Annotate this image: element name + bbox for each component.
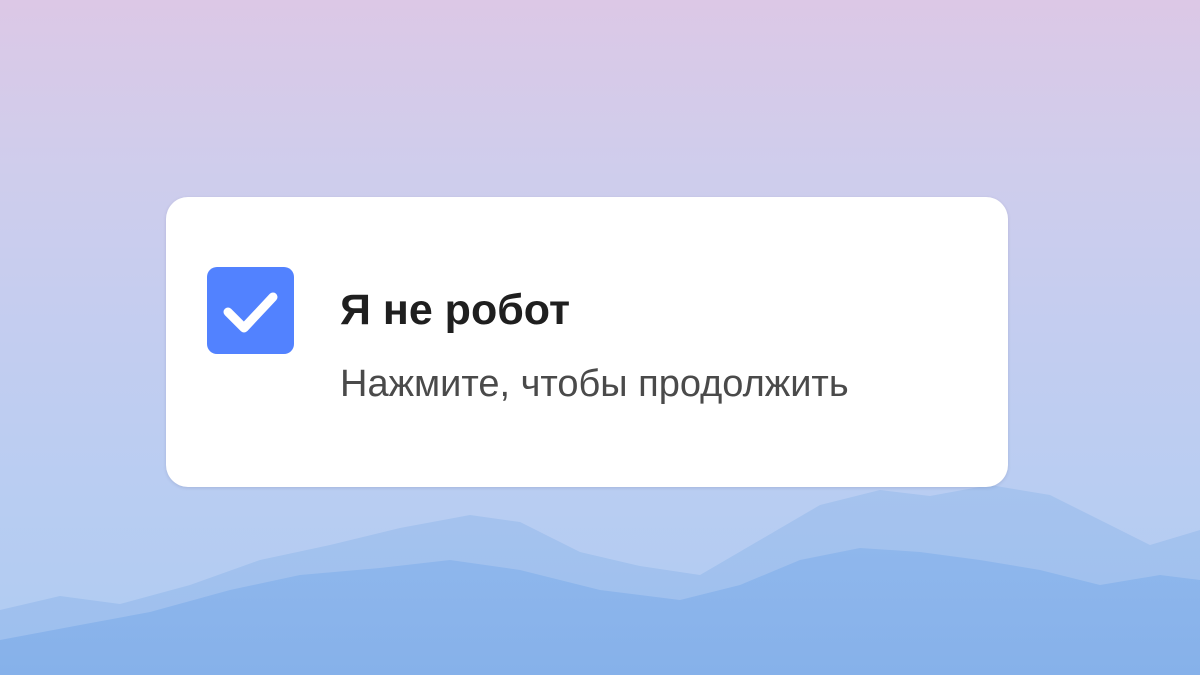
captcha-title: Я не робот	[340, 286, 571, 334]
captcha-checkbox[interactable]	[207, 267, 294, 354]
captcha-subtitle: Нажмите, чтобы продолжить	[340, 363, 849, 405]
captcha-card[interactable]: Я не робот Нажмите, чтобы продолжить	[166, 197, 1008, 487]
checkmark-icon	[223, 292, 278, 333]
